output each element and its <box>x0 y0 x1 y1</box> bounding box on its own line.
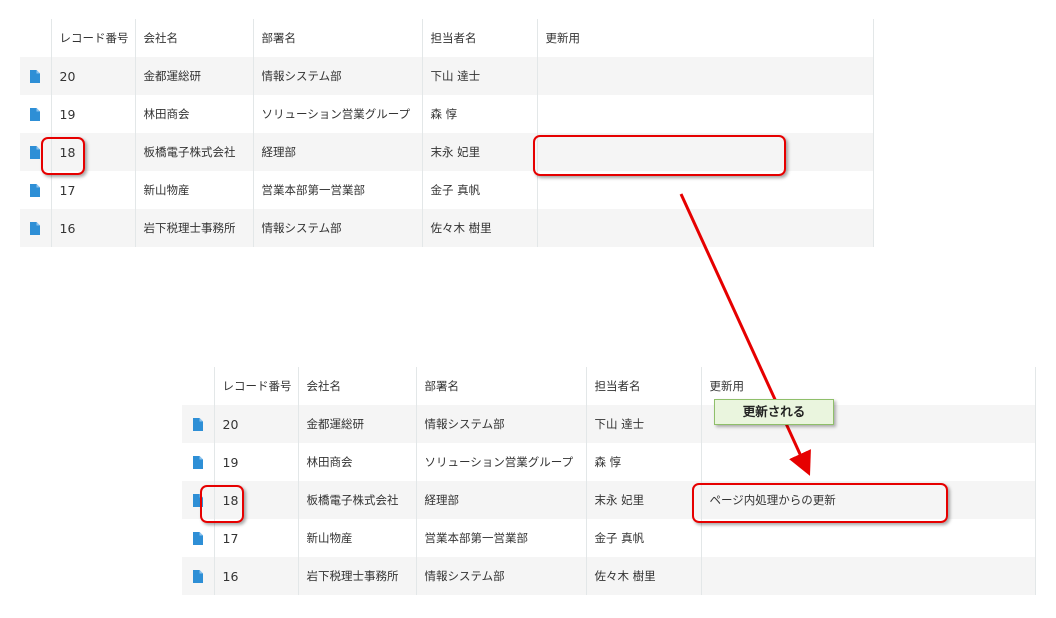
callout-updated-label: 更新される <box>714 399 834 425</box>
red-arrow <box>679 193 811 476</box>
